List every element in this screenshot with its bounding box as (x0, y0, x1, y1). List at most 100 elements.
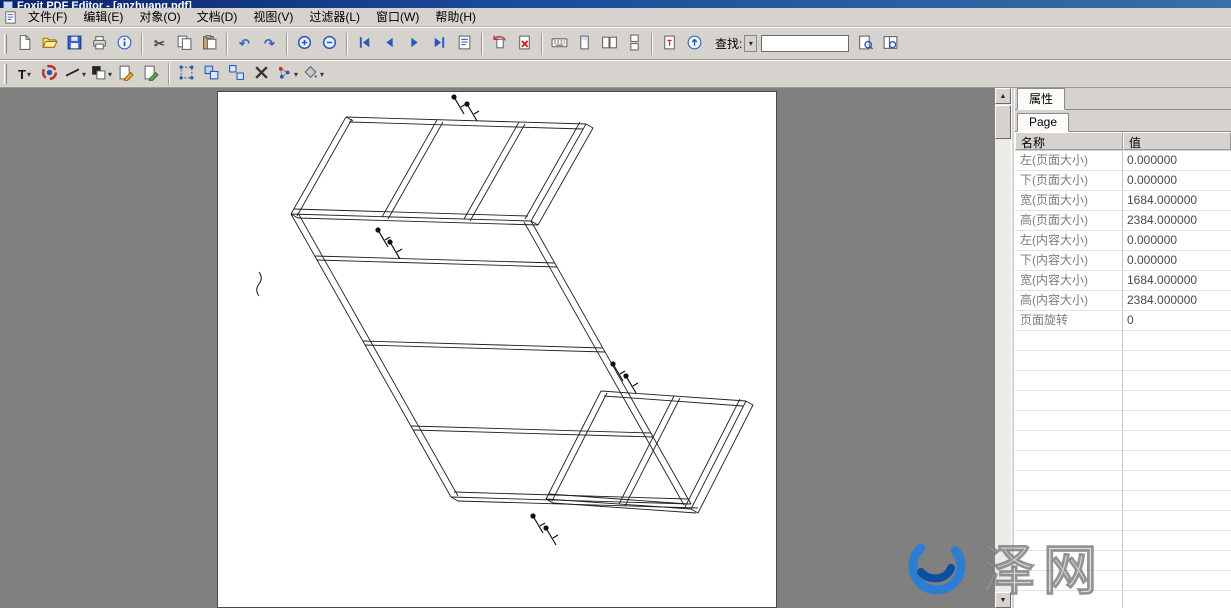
open-file-button[interactable] (37, 31, 62, 56)
paste-button[interactable] (197, 31, 222, 56)
delete-page-button[interactable] (512, 31, 537, 56)
advanced-tools-button[interactable] (249, 62, 274, 87)
toolbar-grip[interactable] (4, 34, 7, 54)
property-row[interactable]: 下(内容大小)0.000000 (1015, 251, 1231, 271)
zoom-in-icon (296, 34, 313, 54)
last-page-button[interactable] (427, 31, 452, 56)
menu-file[interactable]: 文件(F) (20, 7, 75, 27)
new-file-button[interactable] (12, 31, 37, 56)
property-row[interactable]: 宽(内容大小)1684.000000 (1015, 271, 1231, 291)
line-tool-button[interactable]: ▾ (62, 62, 88, 87)
upload-button[interactable] (682, 31, 707, 56)
property-row[interactable]: 宽(页面大小)1684.000000 (1015, 191, 1231, 211)
property-row-empty (1015, 351, 1231, 371)
print-icon (91, 34, 108, 54)
property-row[interactable]: 高(页面大小)2384.000000 (1015, 211, 1231, 231)
find-all-button[interactable] (878, 31, 903, 56)
text-extract-button[interactable] (657, 31, 682, 56)
scroll-down-button[interactable]: ▼ (995, 592, 1011, 608)
property-name: 高(内容大小) (1015, 291, 1123, 310)
property-name: 下(内容大小) (1015, 251, 1123, 270)
property-name: 下(页面大小) (1015, 171, 1123, 190)
cut-button[interactable]: ✂ (147, 31, 172, 56)
color-wheel-button[interactable] (37, 62, 62, 87)
column-header-value[interactable]: 值 (1123, 132, 1231, 150)
find-doc-icon (857, 34, 874, 54)
menu-filter[interactable]: 过滤器(L) (301, 7, 368, 27)
document-icon[interactable] (3, 10, 18, 25)
column-header-name[interactable]: 名称 (1015, 132, 1123, 150)
property-row[interactable]: 左(内容大小)0.000000 (1015, 231, 1231, 251)
pdf-page[interactable] (217, 91, 777, 608)
print-button[interactable] (87, 31, 112, 56)
property-value (1123, 351, 1231, 370)
text-extract-icon (661, 34, 678, 54)
fill-style-button[interactable]: ▾ (88, 62, 114, 87)
menu-bar: 文件(F)编辑(E)对象(O)文档(D)视图(V)过滤器(L)窗口(W)帮助(H… (0, 8, 1231, 27)
facing-page-view-button[interactable] (597, 31, 622, 56)
property-row[interactable]: 下(页面大小)0.000000 (1015, 171, 1231, 191)
toolbar-grip[interactable] (4, 64, 7, 84)
node-edit-button[interactable]: ▾ (274, 62, 300, 87)
add-text-button[interactable]: T▾ (12, 62, 37, 87)
property-row-empty (1015, 491, 1231, 511)
vertical-scrollbar[interactable]: ▲ ▼ (995, 88, 1011, 608)
select-transform-button[interactable] (174, 62, 199, 87)
edit-form-icon (143, 64, 160, 84)
ungroup-objects-button[interactable] (224, 62, 249, 87)
redo-button[interactable]: ↷ (257, 31, 282, 56)
property-value (1123, 391, 1231, 410)
goto-page-button[interactable] (452, 31, 477, 56)
tab-page[interactable]: Page (1017, 113, 1069, 132)
first-page-button[interactable] (352, 31, 377, 56)
next-page-button[interactable] (402, 31, 427, 56)
select-transform-icon (178, 64, 195, 84)
property-value: 2384.000000 (1123, 291, 1231, 310)
redo-icon: ↷ (264, 36, 275, 51)
property-name (1015, 371, 1123, 390)
zoom-in-button[interactable] (292, 31, 317, 56)
properties-panel: 属性 Page 名称 值 左(页面大小)0.000000下(页面大小)0.000… (1014, 88, 1231, 608)
edit-form-button[interactable] (139, 62, 164, 87)
rotate-page-button[interactable] (487, 31, 512, 56)
find-input[interactable] (761, 35, 849, 52)
prev-page-button[interactable] (377, 31, 402, 56)
group-objects-button[interactable] (199, 62, 224, 87)
property-value: 0.000000 (1123, 151, 1231, 170)
tab-properties[interactable]: 属性 (1017, 88, 1065, 110)
edit-content-button[interactable] (114, 62, 139, 87)
menu-object[interactable]: 对象(O) (131, 7, 188, 27)
menu-window[interactable]: 窗口(W) (368, 7, 427, 27)
page-tabstrip: Page (1015, 110, 1231, 132)
toolbar-separator (346, 33, 348, 55)
copy-button[interactable] (172, 31, 197, 56)
scrollbar-thumb[interactable] (995, 105, 1011, 139)
find-doc-button[interactable] (853, 31, 878, 56)
property-name: 宽(页面大小) (1015, 191, 1123, 210)
zoom-out-button[interactable] (317, 31, 342, 56)
property-row-empty (1015, 451, 1231, 471)
property-name (1015, 411, 1123, 430)
property-value: 1684.000000 (1123, 191, 1231, 210)
single-page-view-button[interactable] (572, 31, 597, 56)
menu-document[interactable]: 文档(D) (189, 7, 246, 27)
object-toolbar: T▾▾▾▾▾ (0, 60, 1231, 88)
property-row[interactable]: 高(内容大小)2384.000000 (1015, 291, 1231, 311)
undo-icon: ↶ (239, 36, 250, 51)
undo-button[interactable]: ↶ (232, 31, 257, 56)
virtual-keyboard-button[interactable] (547, 31, 572, 56)
doc-info-button[interactable] (112, 31, 137, 56)
continuous-view-button[interactable] (622, 31, 647, 56)
fill-color-button[interactable]: ▾ (300, 62, 326, 87)
property-value: 0 (1123, 311, 1231, 330)
menu-edit[interactable]: 编辑(E) (75, 7, 131, 27)
property-row[interactable]: 左(页面大小)0.000000 (1015, 151, 1231, 171)
last-page-icon (431, 34, 448, 54)
save-file-button[interactable] (62, 31, 87, 56)
menu-help[interactable]: 帮助(H) (427, 7, 484, 27)
scroll-up-button[interactable]: ▲ (995, 88, 1011, 104)
menu-view[interactable]: 视图(V) (245, 7, 301, 27)
property-row[interactable]: 页面旋转0 (1015, 311, 1231, 331)
property-value (1123, 571, 1231, 590)
find-dropdown-button[interactable]: ▾ (744, 35, 757, 52)
